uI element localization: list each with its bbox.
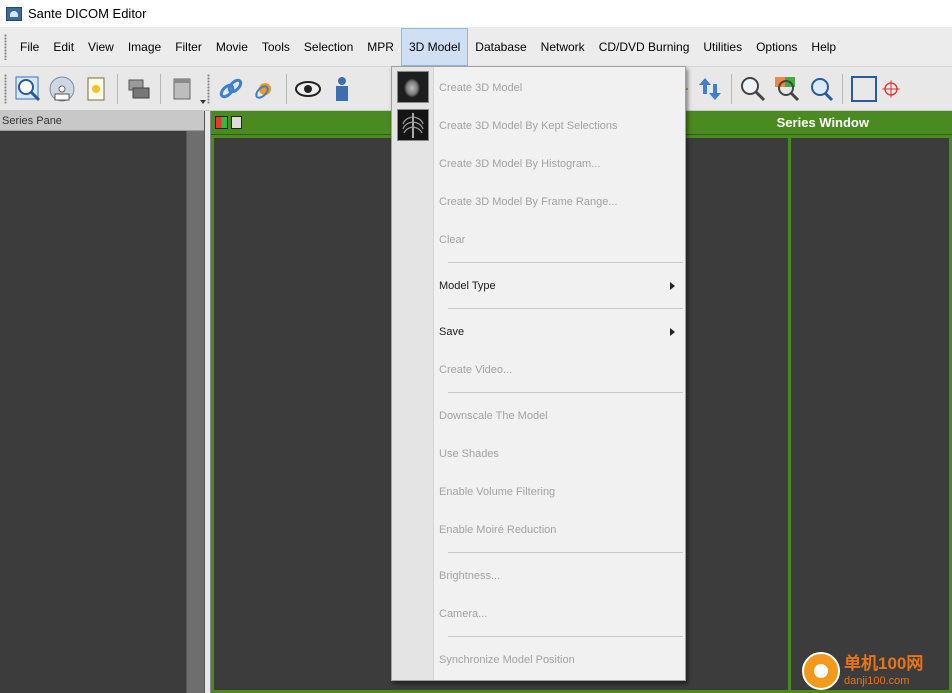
menubar-grip[interactable] bbox=[4, 33, 7, 60]
save-label: Save bbox=[439, 326, 465, 338]
watermark-url: danji100.com bbox=[844, 674, 910, 687]
toolbar-separator bbox=[842, 73, 843, 104]
menu-options[interactable]: Options bbox=[749, 28, 804, 66]
menu-filter[interactable]: Filter bbox=[168, 28, 209, 66]
rectangle-button[interactable] bbox=[847, 72, 881, 106]
watermark: 单机100网 danji100.com bbox=[802, 648, 952, 693]
create-3d-model-by-kept-selections-item[interactable]: Create 3D Model By Kept Selections bbox=[439, 115, 679, 137]
menu-image[interactable]: Image bbox=[121, 28, 168, 66]
menu-3d-model[interactable]: 3D Model bbox=[400, 27, 469, 66]
create-3d-model-by-frame-range-item[interactable]: Create 3D Model By Frame Range... bbox=[439, 191, 679, 213]
toolbar-separator bbox=[117, 73, 118, 104]
series-pane: Series Pane bbox=[0, 111, 205, 693]
menu-icon-gutter bbox=[392, 67, 434, 680]
up-down-arrow-icon bbox=[699, 77, 721, 100]
person-icon bbox=[336, 76, 348, 101]
3d-model-dropdown-menu: Create 3D Model Create 3D Model By Kept … bbox=[391, 66, 686, 681]
menu-network[interactable]: Network bbox=[534, 28, 592, 66]
series-pane-scrollbar[interactable] bbox=[186, 131, 204, 693]
zoom-button[interactable] bbox=[736, 72, 770, 106]
menu-database[interactable]: Database bbox=[468, 28, 533, 66]
print-button[interactable] bbox=[122, 72, 156, 106]
create-3d-model-by-histogram-item[interactable]: Create 3D Model By Histogram... bbox=[439, 153, 679, 175]
eye-button[interactable] bbox=[291, 72, 325, 106]
link-icon bbox=[219, 78, 243, 98]
menu-separator bbox=[448, 308, 683, 309]
toolbar-separator bbox=[286, 73, 287, 104]
eye-icon bbox=[295, 80, 321, 97]
clear-item[interactable]: Clear bbox=[439, 229, 679, 251]
app-icon bbox=[6, 6, 22, 21]
menu-selection[interactable]: Selection bbox=[297, 28, 360, 66]
submenu-arrow-icon bbox=[670, 328, 675, 336]
unlink-icon bbox=[255, 82, 271, 99]
series-pane-header: Series Pane bbox=[0, 111, 204, 131]
menu-edit[interactable]: Edit bbox=[46, 28, 81, 66]
window-title: Sante DICOM Editor bbox=[28, 6, 147, 21]
camera-item[interactable]: Camera... bbox=[439, 603, 679, 625]
title-bar: Sante DICOM Editor bbox=[0, 0, 952, 27]
open-image-icon bbox=[15, 76, 41, 101]
enable-volume-filtering-item[interactable]: Enable Volume Filtering bbox=[439, 481, 679, 503]
model-type-item[interactable]: Model Type bbox=[439, 275, 679, 297]
rectangle-icon bbox=[851, 75, 877, 102]
series-window-title: Series Window bbox=[776, 115, 869, 130]
menu-separator bbox=[448, 552, 683, 553]
zoom-fit-icon bbox=[811, 77, 834, 101]
document-button[interactable] bbox=[79, 72, 113, 106]
cd-button[interactable] bbox=[45, 72, 79, 106]
link-button[interactable] bbox=[214, 72, 248, 106]
create-video-item[interactable]: Create Video... bbox=[439, 359, 679, 381]
menu-bar: File Edit View Image Filter Movie Tools … bbox=[0, 27, 952, 67]
panel-icon bbox=[173, 78, 191, 99]
model-type-label: Model Type bbox=[439, 280, 496, 292]
save-item[interactable]: Save bbox=[439, 321, 679, 343]
unlink-button[interactable] bbox=[248, 72, 282, 106]
menu-file[interactable]: File bbox=[13, 28, 46, 66]
lock-icon[interactable] bbox=[231, 116, 242, 129]
menu-movie[interactable]: Movie bbox=[209, 28, 255, 66]
zoom-color-icon bbox=[775, 76, 800, 101]
toolbar-separator bbox=[731, 73, 732, 104]
enable-moire-reduction-item[interactable]: Enable Moiré Reduction bbox=[439, 519, 679, 541]
menu-tools[interactable]: Tools bbox=[255, 28, 297, 66]
toolbar-separator bbox=[160, 73, 161, 104]
menu-help[interactable]: Help bbox=[804, 28, 843, 66]
up-down-arrow-button[interactable] bbox=[693, 72, 727, 106]
menu-view[interactable]: View bbox=[81, 28, 121, 66]
menu-separator bbox=[448, 262, 683, 263]
downscale-model-item[interactable]: Downscale The Model bbox=[439, 405, 679, 427]
zoom-icon bbox=[741, 76, 766, 101]
toolbar-overflow-chevron[interactable] bbox=[199, 72, 207, 106]
zoom-color-button[interactable] bbox=[770, 72, 804, 106]
create-3d-model-item[interactable]: Create 3D Model bbox=[439, 77, 679, 99]
watermark-logo-icon bbox=[802, 651, 840, 690]
toolbar-grip[interactable] bbox=[207, 73, 210, 104]
image-cell[interactable] bbox=[788, 135, 952, 693]
menu-cd-dvd-burning[interactable]: CD/DVD Burning bbox=[592, 28, 697, 66]
watermark-brand: 单机100网 bbox=[844, 653, 924, 673]
crosshair-icon bbox=[882, 79, 900, 98]
print-icon bbox=[128, 79, 150, 98]
open-image-button[interactable] bbox=[11, 72, 45, 106]
layout-grid-icon[interactable] bbox=[215, 116, 228, 129]
document-icon bbox=[87, 77, 105, 100]
crosshair-button[interactable] bbox=[881, 72, 901, 106]
toolbar-grip[interactable] bbox=[4, 73, 7, 104]
brightness-item[interactable]: Brightness... bbox=[439, 565, 679, 587]
menu-separator bbox=[448, 392, 683, 393]
person-button[interactable] bbox=[325, 72, 359, 106]
menu-utilities[interactable]: Utilities bbox=[696, 28, 749, 66]
zoom-fit-button[interactable] bbox=[804, 72, 838, 106]
cd-icon bbox=[49, 76, 75, 101]
synchronize-model-position-item[interactable]: Synchronize Model Position bbox=[439, 649, 679, 671]
menu-separator bbox=[448, 636, 683, 637]
ribcage-thumbnail-icon bbox=[397, 109, 429, 141]
menu-mpr[interactable]: MPR bbox=[360, 28, 401, 66]
use-shades-item[interactable]: Use Shades bbox=[439, 443, 679, 465]
head-model-thumbnail-icon bbox=[397, 71, 429, 103]
panel-button[interactable] bbox=[165, 72, 199, 106]
submenu-arrow-icon bbox=[670, 282, 675, 290]
